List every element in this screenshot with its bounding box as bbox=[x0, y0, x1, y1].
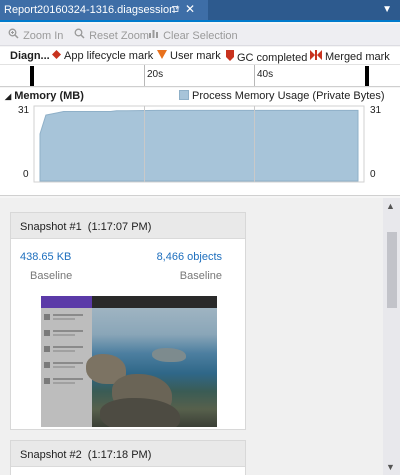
clear-selection-button[interactable]: Clear Selection bbox=[148, 28, 238, 42]
snapshot-size-link[interactable]: 438.65 KB bbox=[20, 251, 71, 263]
ruler-label-40s: 40s bbox=[257, 69, 274, 80]
reset-zoom-button[interactable]: Reset Zoom bbox=[74, 28, 149, 42]
snapshot-screenshot[interactable] bbox=[41, 296, 217, 427]
ruler-label-20s: 20s bbox=[147, 69, 164, 80]
memory-graph-header: ◢ Memory (MB) Process Memory Usage (Priv… bbox=[0, 88, 400, 104]
document-tab-title: Report20160324-1316.diagsession* bbox=[4, 4, 180, 16]
series-swatch bbox=[179, 90, 189, 100]
merged-mark-icon bbox=[310, 50, 322, 63]
document-tab[interactable]: Report20160324-1316.diagsession* ⊐ ✕ bbox=[0, 0, 208, 20]
zoom-in-icon bbox=[8, 28, 20, 42]
timeline-ruler[interactable]: 20s 40s bbox=[0, 65, 400, 87]
user-mark-icon bbox=[157, 50, 167, 62]
snapshot-title: Snapshot #2 bbox=[20, 449, 82, 461]
ruler-tick bbox=[254, 65, 255, 86]
screenshot-list-item bbox=[44, 312, 88, 324]
clear-selection-icon bbox=[148, 28, 160, 42]
screenshot-list-item bbox=[44, 376, 88, 388]
screenshot-list-item bbox=[44, 328, 88, 340]
chevron-down-icon[interactable]: ▼ bbox=[382, 4, 392, 15]
zoom-in-label: Zoom In bbox=[23, 30, 64, 42]
snapshot-card-1: Snapshot #1 (1:17:07 PM) 438.65 KB Baseli… bbox=[10, 212, 246, 430]
memory-series-legend: Process Memory Usage (Private Bytes) bbox=[179, 90, 385, 102]
diagnostics-label: Diagn... bbox=[10, 50, 50, 62]
screenshot-topbar bbox=[92, 296, 217, 308]
scroll-up-icon[interactable]: ▲ bbox=[386, 201, 395, 211]
objects-baseline-label: Baseline bbox=[179, 270, 222, 282]
scrollbar-thumb[interactable] bbox=[387, 232, 397, 308]
size-baseline-label: Baseline bbox=[30, 270, 73, 282]
user-mark-legend: User mark bbox=[157, 50, 221, 62]
reset-zoom-label: Reset Zoom bbox=[89, 30, 149, 42]
selection-end-handle[interactable] bbox=[365, 66, 369, 86]
snapshot-card-2: Snapshot #2 (1:17:18 PM) bbox=[10, 440, 246, 475]
vertical-scrollbar[interactable]: ▲ ▼ bbox=[383, 198, 400, 475]
memory-title[interactable]: ◢ Memory (MB) bbox=[5, 90, 84, 102]
snapshot-time: (1:17:07 PM) bbox=[87, 221, 152, 233]
clear-selection-label: Clear Selection bbox=[163, 30, 238, 42]
memory-chart[interactable]: 31 0 31 0 bbox=[0, 104, 400, 196]
close-icon[interactable]: ✕ bbox=[185, 2, 195, 16]
screenshot-sidebar bbox=[41, 296, 92, 427]
memory-chart-svg bbox=[33, 105, 365, 183]
zoom-in-button[interactable]: Zoom In bbox=[8, 28, 63, 42]
selection-start-handle[interactable] bbox=[30, 66, 34, 86]
ruler-tick bbox=[144, 65, 145, 86]
snapshot-title: Snapshot #1 bbox=[20, 221, 82, 233]
screenshot-sidebar-header bbox=[41, 296, 92, 308]
screenshot-list-item bbox=[44, 360, 88, 372]
screenshot-list-item bbox=[44, 344, 88, 356]
diagnostics-legend: Diagn... App lifecycle mark User mark GC… bbox=[0, 47, 400, 65]
screenshot-rock bbox=[152, 348, 186, 362]
gc-completed-legend: GC completed bbox=[226, 50, 307, 64]
screenshot-coast-photo bbox=[86, 308, 217, 427]
snapshots-pane: Snapshot #1 (1:17:07 PM) 438.65 KB Baseli… bbox=[0, 198, 400, 475]
snapshot-header: Snapshot #2 (1:17:18 PM) bbox=[11, 441, 245, 467]
merged-mark-legend: Merged mark bbox=[310, 50, 390, 63]
pin-icon[interactable]: ⊐ bbox=[171, 4, 179, 15]
reset-zoom-icon bbox=[74, 28, 86, 42]
snapshot-objects-link[interactable]: 8,466 objects bbox=[157, 251, 222, 263]
snapshot-header: Snapshot #1 (1:17:07 PM) bbox=[11, 213, 245, 239]
scroll-down-icon[interactable]: ▼ bbox=[386, 462, 395, 472]
memory-usage-area bbox=[39, 109, 359, 182]
app-lifecycle-mark-icon bbox=[52, 50, 61, 62]
collapse-triangle-icon[interactable]: ◢ bbox=[5, 92, 11, 101]
gc-completed-icon bbox=[226, 50, 234, 64]
document-tab-bar: Report20160324-1316.diagsession* ⊐ ✕ ▼ bbox=[0, 0, 400, 22]
snapshot-time: (1:17:18 PM) bbox=[87, 449, 152, 461]
toolbar: Zoom In Reset Zoom Clear Selection bbox=[0, 24, 400, 46]
app-lifecycle-legend: App lifecycle mark bbox=[52, 50, 153, 62]
